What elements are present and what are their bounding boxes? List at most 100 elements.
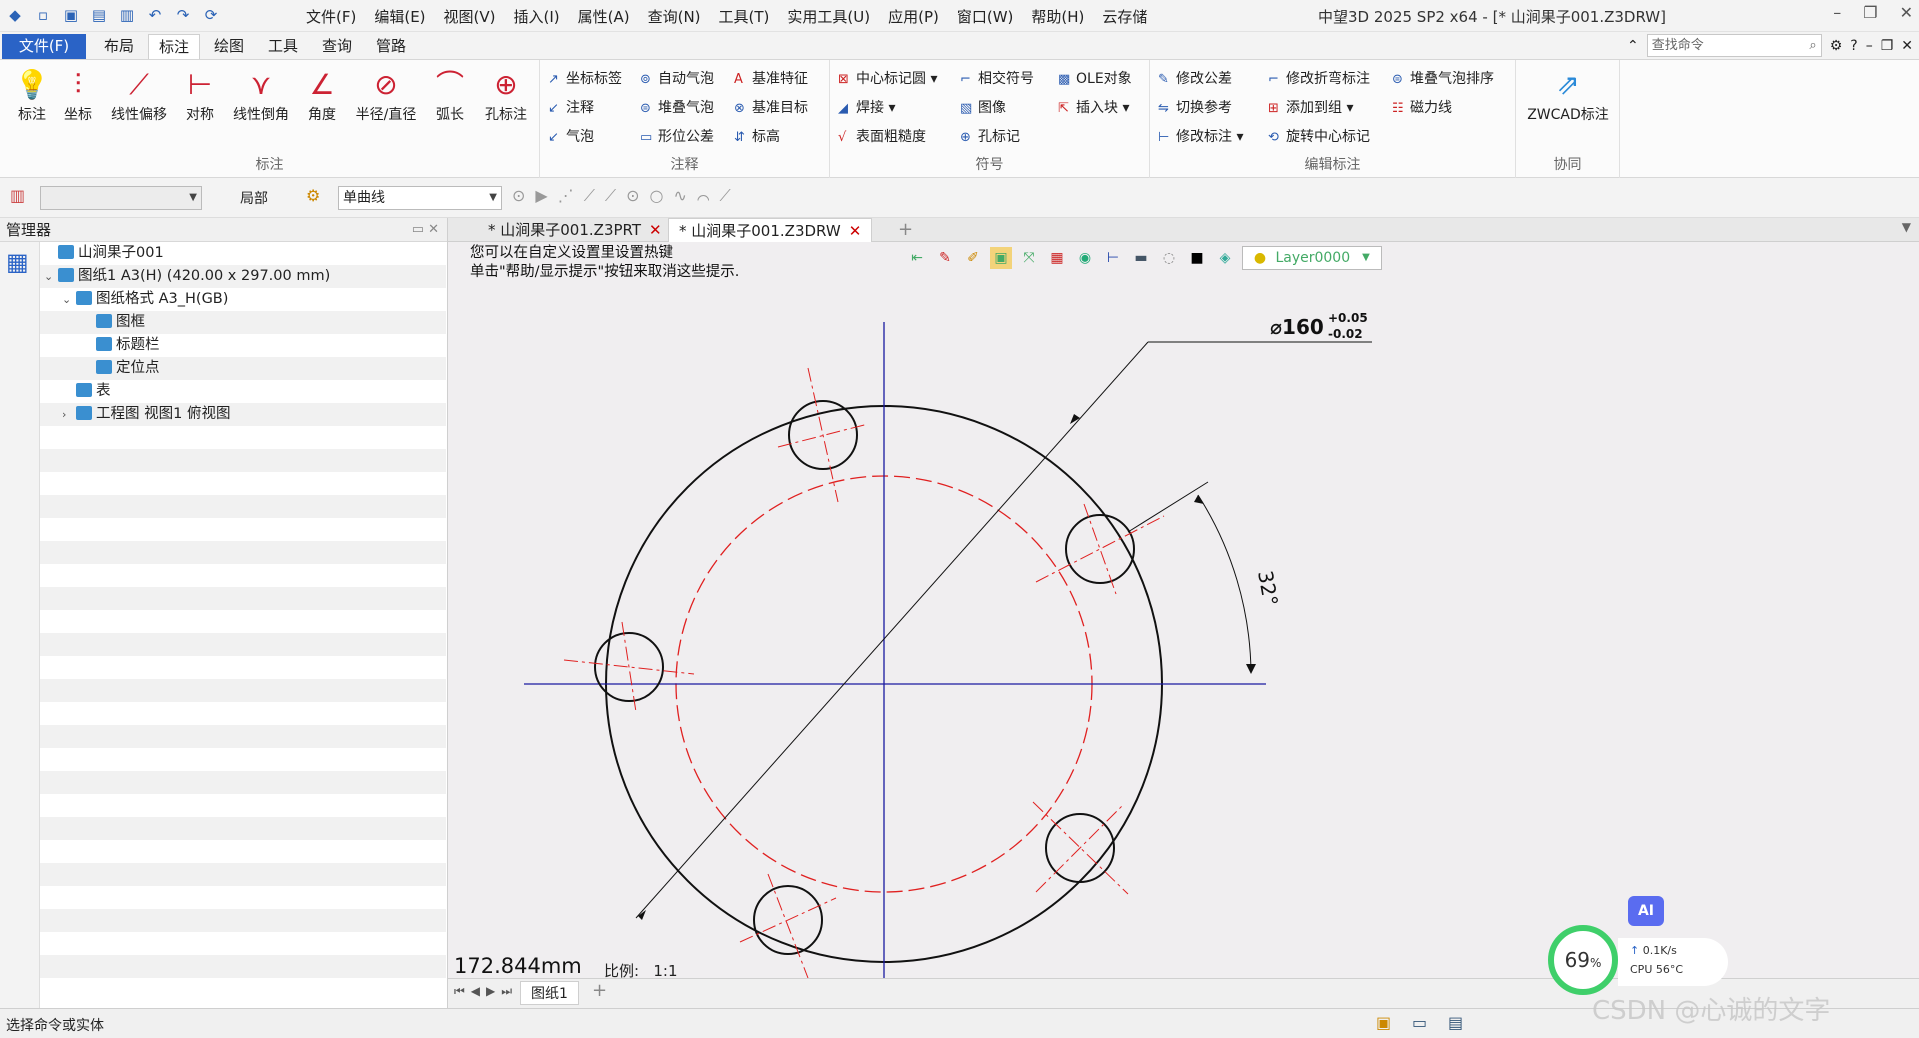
line-type-select[interactable]: 单曲线 ▼ [338, 186, 502, 210]
tree-item-view[interactable]: › 工程图 视图1 俯视图 [40, 403, 446, 426]
manager-pin-close-icon[interactable]: ▭ ✕ [412, 218, 439, 242]
add-tab-icon[interactable]: + [898, 219, 913, 240]
hole-1[interactable] [777, 367, 869, 503]
collapse-ribbon-icon[interactable]: ⌃ [1627, 38, 1639, 54]
tree-item-table[interactable]: 表 [40, 380, 446, 403]
sort-stacked-balloon-button[interactable]: ⊜ 堆叠气泡排序 [1392, 68, 1494, 88]
tab-tools[interactable]: 工具 [258, 34, 308, 59]
tab-annotate[interactable]: 标注 [148, 34, 201, 59]
tab-query[interactable]: 查询 [312, 34, 362, 59]
balloon-button[interactable]: ↙ 气泡 [548, 126, 594, 146]
redo-icon[interactable]: ↷ [172, 4, 194, 26]
menu-cloud[interactable]: 云存储 [1102, 6, 1147, 27]
drawing-manager-icon[interactable]: ▦ [6, 248, 39, 276]
tree-item-titleblock[interactable]: 标题栏 [40, 334, 446, 357]
minimize-icon[interactable]: – [1833, 3, 1841, 22]
doc-close-icon[interactable]: ✕ [1901, 38, 1913, 54]
menu-file[interactable]: 文件(F) [306, 6, 356, 27]
expand-icon[interactable]: › [62, 403, 76, 426]
collapse-icon[interactable]: ⌄ [44, 265, 58, 288]
menu-view[interactable]: 视图(V) [444, 6, 496, 27]
refresh-icon[interactable]: ⟳ [200, 4, 222, 26]
tab-layout[interactable]: 布局 [94, 34, 144, 59]
hole-3[interactable] [563, 621, 695, 713]
coordinate-button[interactable]: ⫶ 坐标 [50, 66, 106, 124]
surface-roughness-button[interactable]: √ 表面粗糙度 [838, 126, 926, 146]
menu-edit[interactable]: 编辑(E) [374, 6, 425, 27]
menu-window[interactable]: 窗口(W) [957, 6, 1014, 27]
angle-button[interactable]: ∠ 角度 [294, 66, 350, 124]
tab-draw[interactable]: 绘图 [204, 34, 254, 59]
close-tab-icon[interactable]: ✕ [649, 221, 662, 239]
menu-help[interactable]: 帮助(H) [1031, 6, 1084, 27]
arc-length-button[interactable]: ⌒ 弧长 [422, 66, 478, 124]
cpu-gauge[interactable]: 69% [1548, 925, 1618, 995]
tab-file[interactable]: 文件(F) [2, 34, 86, 59]
menu-attribute[interactable]: 属性(A) [578, 6, 630, 27]
monitor-icon[interactable]: ▭ [1412, 1013, 1427, 1032]
tree-item-sheet[interactable]: ⌄ 图纸1 A3(H) (420.00 x 297.00 mm) [40, 265, 446, 288]
app-logo-icon[interactable]: ◆ [4, 4, 26, 26]
datum-feature-button[interactable]: A 基准特征 [734, 68, 808, 88]
doc-tab-drawing[interactable]: * 山涧果子001.Z3DRW ✕ [668, 218, 873, 242]
hole-2[interactable] [1035, 503, 1165, 595]
menu-insert[interactable]: 插入(I) [514, 6, 560, 27]
radius-diameter-button[interactable]: ⊘ 半径/直径 [350, 66, 422, 124]
restore-icon[interactable]: ❐ [1863, 3, 1877, 22]
sheet-nav-icon[interactable]: ⏮◀▶⏭ [454, 984, 518, 999]
open-file-icon[interactable]: ▣ [60, 4, 82, 26]
save-icon[interactable]: ▤ [88, 4, 110, 26]
magnetic-line-button[interactable]: ☷ 磁力线 [1392, 97, 1452, 117]
weld-button[interactable]: ◢ 焊接 ▾ [838, 97, 895, 117]
print-icon[interactable]: ▥ [116, 4, 138, 26]
elevation-button[interactable]: ⇵ 标高 [734, 126, 780, 146]
image-button[interactable]: ▧ 图像 [960, 97, 1006, 117]
datum-target-button[interactable]: ⊗ 基准目标 [734, 97, 808, 117]
toggle-reference-button[interactable]: ⇋ 切换参考 [1158, 97, 1232, 117]
close-icon[interactable]: ✕ [1900, 3, 1913, 22]
hole-mark-button[interactable]: ⊕ 孔标记 [960, 126, 1020, 146]
settings-gear-icon[interactable]: ⚙ [1830, 38, 1843, 54]
sheet-tab-1[interactable]: 图纸1 [520, 981, 579, 1005]
modify-tolerance-button[interactable]: ✎ 修改公差 [1158, 68, 1232, 88]
diameter-dimension[interactable]: ⌀160 +0.05 -0.02 [635, 311, 1372, 920]
intersection-symbol-button[interactable]: ⌐ 相交符号 [960, 68, 1034, 88]
doc-restore-icon[interactable]: ❐ [1881, 38, 1894, 54]
new-file-icon[interactable]: ▫ [32, 4, 54, 26]
undo-icon[interactable]: ↶ [144, 4, 166, 26]
doc-tab-part[interactable]: * 山涧果子001.Z3PRT ✕ [478, 218, 672, 242]
panel-icon[interactable]: ▤ [1448, 1013, 1463, 1032]
ai-button[interactable]: AI [1628, 896, 1664, 926]
add-sheet-icon[interactable]: + [592, 980, 607, 1001]
ole-object-button[interactable]: ▩ OLE对象 [1058, 68, 1132, 88]
linear-chamfer-button[interactable]: ⋎ 线性倒角 [228, 66, 294, 124]
search-icon[interactable]: ⌕ [1809, 35, 1816, 56]
drawing-canvas[interactable]: 您可以在自定义设置里设置热键 单击"帮助/显示提示"按钮来取消这些提示. ⇤ ✎… [448, 242, 1919, 978]
command-search-input[interactable]: 查找命令 ⌕ [1646, 34, 1822, 57]
angle-dimension[interactable]: 32° [1127, 481, 1283, 674]
symmetric-button[interactable]: ⊢ 对称 [172, 66, 228, 124]
zwcad-dimension-button[interactable]: ⇗ ZWCAD标注 [1526, 66, 1610, 124]
insert-block-button[interactable]: ⇱ 插入块 ▾ [1058, 97, 1129, 117]
linear-offset-button[interactable]: ⟋ 线性偏移 [106, 66, 172, 124]
close-tab-icon[interactable]: ✕ [849, 222, 862, 240]
tab-piping[interactable]: 管路 [366, 34, 416, 59]
coord-tag-button[interactable]: ↗ 坐标标签 [548, 68, 622, 88]
auto-balloon-button[interactable]: ⊚ 自动气泡 [640, 68, 714, 88]
add-to-group-button[interactable]: ⊞ 添加到组 ▾ [1268, 97, 1353, 117]
menu-utilities[interactable]: 实用工具(U) [787, 6, 870, 27]
rotate-center-mark-button[interactable]: ⟲ 旋转中心标记 [1268, 126, 1370, 146]
collapse-icon[interactable]: ⌄ [62, 288, 76, 311]
center-mark-circle-button[interactable]: ⊠ 中心标记圆 ▾ [838, 68, 937, 88]
help-icon[interactable]: ? [1850, 38, 1857, 54]
menu-tools[interactable]: 工具(T) [719, 6, 770, 27]
modify-jog-dim-button[interactable]: ⌐ 修改折弯标注 [1268, 68, 1370, 88]
menu-query[interactable]: 查询(N) [648, 6, 701, 27]
menu-apps[interactable]: 应用(P) [888, 6, 939, 27]
gdt-button[interactable]: ▭ 形位公差 [640, 126, 714, 146]
scope-label[interactable]: 局部 [240, 188, 268, 208]
modify-dimension-button[interactable]: ⊢ 修改标注 ▾ [1158, 126, 1243, 146]
tree-item-format[interactable]: ⌄ 图纸格式 A3_H(GB) [40, 288, 446, 311]
tab-list-icon[interactable]: ▼ [1902, 220, 1911, 234]
tree-item-anchor[interactable]: 定位点 [40, 357, 446, 380]
